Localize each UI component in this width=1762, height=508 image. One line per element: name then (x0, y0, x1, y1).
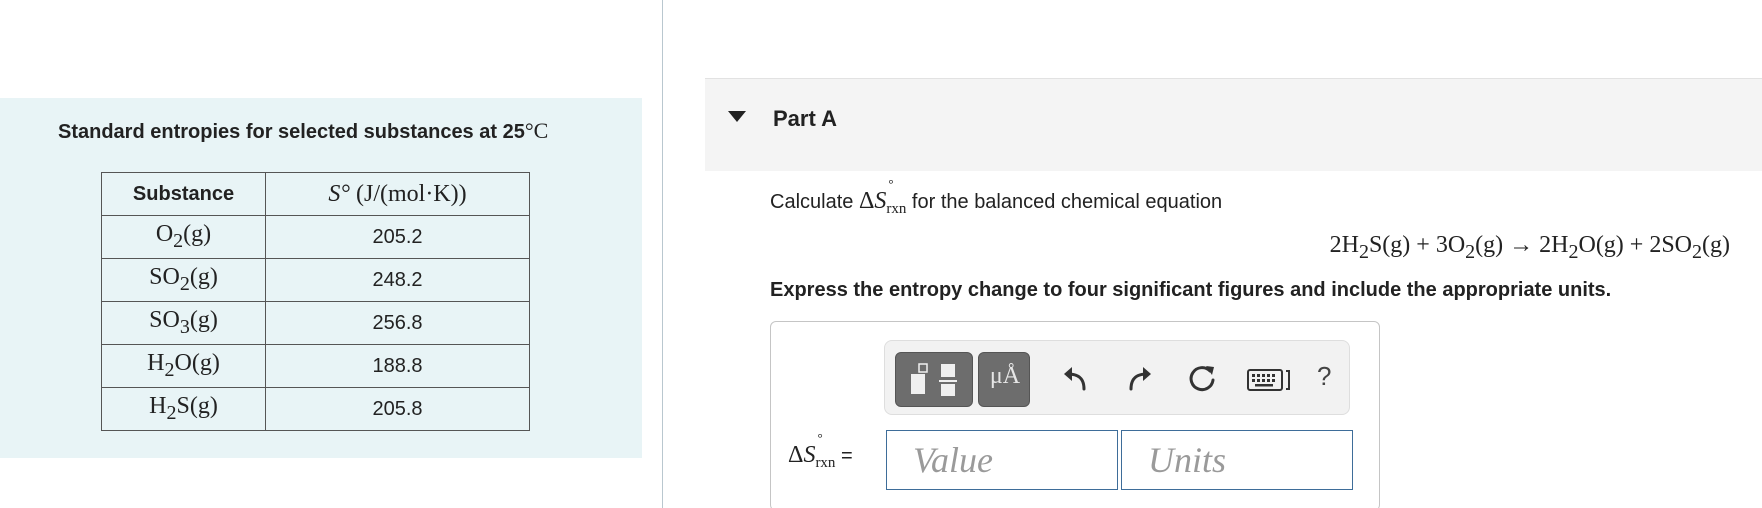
formula-subscript: 2 (166, 401, 177, 424)
templates-icon (911, 363, 957, 396)
question-text: Calculate ΔS ° rxn for the balanced chemic… (770, 176, 1223, 217)
eq-subscript: 2 (1358, 240, 1369, 263)
delta-symbol: Δ (858, 188, 875, 214)
math-toolbar: μÅ ? (884, 340, 1350, 415)
table-row: SO3(g) 256.8 (101, 301, 530, 345)
header-substance: Substance (101, 172, 266, 216)
question-prefix: Calculate (770, 191, 859, 213)
redo-icon[interactable] (1125, 363, 1155, 393)
eq-part: S(g) + 3O (1368, 232, 1466, 258)
formula-rest: (g) (183, 221, 212, 248)
eq-part: (g) (1702, 232, 1730, 258)
substance-cell: O2(g) (101, 215, 266, 259)
substance-cell: SO3(g) (101, 301, 266, 345)
header-entropy: S° (J/(mol·K)) (265, 172, 530, 216)
caret-down-icon[interactable] (728, 111, 746, 122)
undo-icon[interactable] (1060, 363, 1090, 393)
formula-text: H (149, 393, 167, 420)
eq-part: (g) → 2H (1475, 232, 1569, 258)
instruction-text: Express the entropy change to four signi… (770, 279, 1612, 301)
formula-text: H (147, 350, 165, 377)
part-a-header[interactable]: Part A (705, 78, 1762, 171)
formula-rest: S(g) (176, 393, 218, 420)
entropy-table: Substance S° (J/(mol·K)) O2(g) 205.2 SO2… (101, 172, 530, 431)
entropy-value-cell: 188.8 (265, 344, 530, 388)
formula-text: SO (149, 307, 180, 334)
table-row: H2S(g) 205.8 (101, 387, 530, 431)
formula-subscript: 2 (173, 229, 184, 252)
answer-label: ΔS ° rxn = (788, 430, 853, 471)
entropy-symbol: S (803, 442, 816, 468)
substance-cell: H2S(g) (101, 387, 266, 431)
help-icon[interactable]: ? (1317, 361, 1331, 392)
formula-rest: O(g) (174, 350, 220, 377)
entropy-symbol: S (874, 188, 887, 214)
answer-delta-s-rxn: ΔS ° rxn (788, 430, 836, 471)
substance-cell: H2O(g) (101, 344, 266, 388)
formula-rest: (g) (189, 307, 218, 334)
table-title-text: Standard entropies for selected substanc… (58, 121, 525, 143)
formula-subscript: 3 (179, 315, 190, 338)
rxn-subscript: rxn (886, 201, 907, 217)
table-row: O2(g) 205.2 (101, 215, 530, 259)
eq-subscript: 2 (1692, 240, 1703, 263)
delta-symbol: Δ (788, 442, 804, 468)
question-suffix: for the balanced chemical equation (906, 191, 1223, 213)
rxn-subscript: rxn (815, 455, 836, 471)
substance-cell: SO2(g) (101, 258, 266, 302)
symbols-button[interactable]: μÅ (978, 352, 1030, 407)
units-input[interactable] (1121, 430, 1353, 490)
equals-sign: = (835, 445, 853, 467)
templates-button[interactable] (895, 352, 973, 407)
formula-text: SO (149, 264, 180, 291)
eq-subscript: 2 (1568, 240, 1579, 263)
eq-part: 2H (1329, 232, 1359, 258)
table-title-unit: °C (524, 118, 549, 143)
formula-subscript: 2 (164, 358, 175, 381)
value-input[interactable] (886, 430, 1118, 490)
table-row: H2O(g) 188.8 (101, 344, 530, 388)
eq-part: O(g) + 2SO (1578, 232, 1693, 258)
degree-mark: ° (817, 430, 823, 445)
panel-divider (662, 0, 663, 508)
entropy-value-cell: 256.8 (265, 301, 530, 345)
formula-text: O (155, 221, 174, 248)
reset-icon[interactable] (1188, 363, 1218, 393)
entropy-value-cell: 205.8 (265, 387, 530, 431)
table-header-row: Substance S° (J/(mol·K)) (101, 172, 530, 216)
formula-rest: (g) (189, 264, 218, 291)
entropy-value-cell: 205.2 (265, 215, 530, 259)
header-entropy-unit: (J/(mol·K)) (355, 180, 467, 207)
eq-subscript: 2 (1465, 240, 1476, 263)
chemical-equation: 2H2S(g) + 3O2(g) → 2H2O(g) + 2SO2(g) (1330, 232, 1730, 264)
keyboard-icon[interactable] (1247, 368, 1291, 392)
symbols-icon: μÅ (989, 363, 1021, 389)
rxn-subsup: ° rxn (886, 176, 907, 217)
table-title: Standard entropies for selected substanc… (58, 118, 548, 144)
entropy-value-cell: 248.2 (265, 258, 530, 302)
table-row: SO2(g) 248.2 (101, 258, 530, 302)
delta-s-rxn: ΔS ° rxn (858, 176, 907, 217)
part-title[interactable]: Part A (773, 106, 837, 132)
header-entropy-symbol: S° (328, 180, 350, 207)
rxn-subsup: ° rxn (815, 430, 836, 471)
formula-subscript: 2 (179, 272, 190, 295)
degree-mark: ° (888, 176, 894, 191)
